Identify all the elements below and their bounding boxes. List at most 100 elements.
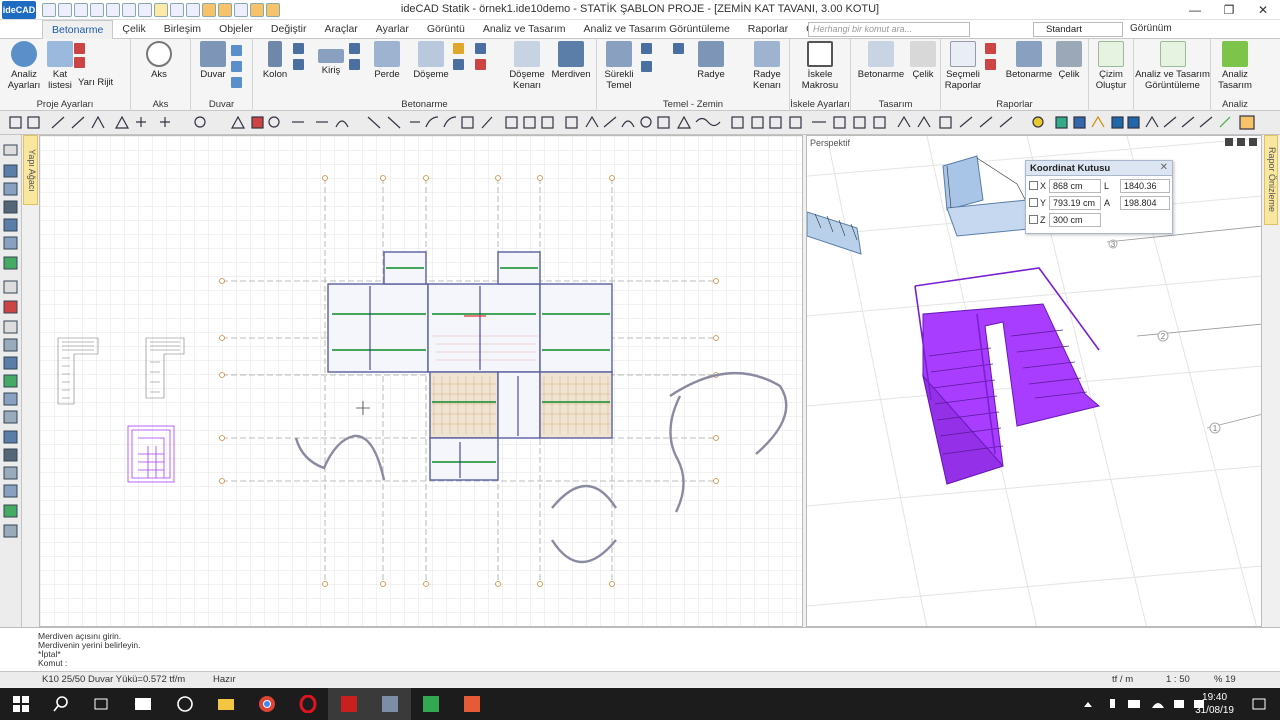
tab-araclar[interactable]: Araçlar <box>316 20 367 39</box>
design-steel-icon <box>910 41 936 67</box>
system-tray[interactable] <box>1082 697 1212 711</box>
secmeli-raporlar-button[interactable]: Seçmeli Raporlar <box>941 41 985 91</box>
close-icon[interactable]: ✕ <box>1160 162 1168 173</box>
beam-tool-icon[interactable] <box>349 59 360 70</box>
stair-icon <box>558 41 584 67</box>
doseme-kenari-button[interactable]: Döşeme Kenarı <box>505 41 549 91</box>
left-toolbar-icons[interactable] <box>0 135 22 630</box>
taskbar-camtasia[interactable] <box>410 688 452 720</box>
report-tool-icon[interactable] <box>985 43 996 54</box>
duvar-button[interactable]: Duvar <box>191 41 235 80</box>
taskbar-photos[interactable] <box>122 688 164 720</box>
taskbar-camtasia-recorder[interactable] <box>451 688 493 720</box>
tasarim-celik-button[interactable]: Çelik <box>901 41 945 80</box>
column-tool-icon[interactable] <box>293 59 304 70</box>
taskbar-explorer[interactable] <box>205 688 247 720</box>
task-view-button[interactable] <box>80 688 122 720</box>
gorunum-menu[interactable]: Görünüm <box>1130 23 1172 34</box>
length-field[interactable]: 1840.36 cm <box>1120 179 1170 203</box>
bars-icon[interactable] <box>74 57 85 68</box>
x-lock-checkbox[interactable] <box>1029 181 1038 190</box>
yapi-agaci-tab[interactable]: Yapı Ağacı <box>23 135 38 205</box>
plan-view[interactable] <box>39 135 803 627</box>
wall-tool-icon[interactable] <box>231 61 242 72</box>
z-lock-checkbox[interactable] <box>1029 215 1038 224</box>
notifications-button[interactable] <box>1238 688 1280 720</box>
style-select[interactable]: Standart <box>1033 22 1123 37</box>
a-label: A <box>1104 198 1111 208</box>
floor-list-icon <box>47 41 73 67</box>
maximize-button[interactable]: ❐ <box>1212 0 1246 20</box>
bars-icon[interactable] <box>74 43 85 54</box>
taskbar-acrobat[interactable] <box>328 688 370 720</box>
command-window[interactable]: Merdiven açısını girin. Merdivenin yerin… <box>0 627 1280 671</box>
status-zoom[interactable]: % 19 <box>1214 672 1236 687</box>
taskbar-opera[interactable] <box>287 688 329 720</box>
taskbar-idecad[interactable] <box>369 688 411 720</box>
analiz-tasarim-goruntuleme-button[interactable]: Analiz ve Tasarım Görüntüleme <box>1134 41 1211 91</box>
search-button[interactable] <box>40 688 82 720</box>
doseme-button[interactable]: Döşeme <box>409 41 453 80</box>
y-coordinate-field[interactable]: 793.19 cm <box>1049 196 1101 210</box>
beam-tool-icon[interactable] <box>349 43 360 54</box>
y-lock-checkbox[interactable] <box>1029 198 1038 207</box>
status-unit[interactable]: tf / m <box>1112 672 1133 687</box>
kolon-button[interactable]: Kolon <box>253 41 297 80</box>
wall-tool-icon[interactable] <box>231 45 242 56</box>
slab-tool-icon[interactable] <box>453 43 464 54</box>
drawing-toolbar-icons[interactable] <box>0 111 1280 135</box>
slab-tool-icon[interactable] <box>475 59 486 70</box>
tab-degistir[interactable]: Değiştir <box>262 20 316 39</box>
x-coordinate-field[interactable]: 868 cm <box>1049 179 1101 193</box>
perspective-label: Perspektif <box>810 138 851 148</box>
command-search-input[interactable]: Herhangi bir komut ara... <box>808 22 970 37</box>
windows-icon <box>13 696 29 712</box>
foundation-tool-icon[interactable] <box>641 43 652 54</box>
taskbar-chrome[interactable] <box>246 688 288 720</box>
yari-rijit-button[interactable]: Yarı Rijit <box>78 77 132 88</box>
tab-betonarme[interactable]: Betonarme <box>42 20 114 39</box>
command-line: *İptal* <box>38 649 61 659</box>
iskele-makrosu-button[interactable]: İskele Makrosu <box>798 41 842 91</box>
tab-ayarlar[interactable]: Ayarlar <box>367 20 418 39</box>
column-tool-icon[interactable] <box>293 43 304 54</box>
aks-button[interactable]: Aks <box>137 41 181 80</box>
tab-birlesim[interactable]: Birleşim <box>155 20 210 39</box>
report-tool-icon[interactable] <box>985 59 996 70</box>
angle-field[interactable]: 198.804 <box>1120 196 1170 210</box>
close-button[interactable]: ✕ <box>1246 0 1280 20</box>
radye-kenari-button[interactable]: Radye Kenarı <box>745 41 789 91</box>
foundation-tool-icon[interactable] <box>673 43 684 54</box>
slab-tool-icon[interactable] <box>453 59 464 70</box>
tab-raporlar[interactable]: Raporlar <box>739 20 797 39</box>
plan-drawing[interactable] <box>40 136 803 627</box>
foundation-tool-icon[interactable] <box>641 61 652 72</box>
surekli-temel-button[interactable]: Sürekli Temel <box>597 41 641 91</box>
tab-celik[interactable]: Çelik <box>113 20 154 39</box>
minimize-button[interactable]: — <box>1178 0 1212 20</box>
taskbar-xbox[interactable] <box>164 688 206 720</box>
ribbon: Analiz Ayarları Kat listesi Yarı Rijit P… <box>0 39 1280 111</box>
tab-analiz-tasarim[interactable]: Analiz ve Tasarım <box>474 20 575 39</box>
perde-button[interactable]: Perde <box>365 41 409 80</box>
cizim-olustur-button[interactable]: Çizim Oluştur <box>1089 41 1133 91</box>
tab-goruntu[interactable]: Görüntü <box>418 20 474 39</box>
slab-tool-icon[interactable] <box>475 43 486 54</box>
rapor-onizleme-tab[interactable]: Rapor Önizleme <box>1264 135 1278 225</box>
z-coordinate-field[interactable]: 300 cm <box>1049 213 1101 227</box>
rapor-celik-button[interactable]: Çelik <box>1047 41 1091 80</box>
wall-tool-icon[interactable] <box>231 77 242 88</box>
tab-analiz-tasarim-goruntuleme[interactable]: Analiz ve Tasarım Görüntüleme <box>575 20 739 39</box>
idecad-icon <box>382 696 398 712</box>
left-toolbar <box>0 135 22 630</box>
analiz-tasarim-button[interactable]: Analiz Tasarım <box>1213 41 1257 91</box>
radye-button[interactable]: Radye <box>689 41 733 80</box>
tab-objeler[interactable]: Objeler <box>210 20 262 39</box>
notification-icon <box>1252 698 1266 710</box>
start-button[interactable] <box>0 688 42 720</box>
status-scale[interactable]: 1 : 50 <box>1166 672 1190 687</box>
search-icon <box>53 696 68 712</box>
taskbar-clock[interactable]: 19:40 31/08/19 <box>1195 691 1234 717</box>
merdiven-button[interactable]: Merdiven <box>549 41 593 80</box>
kiris-button[interactable]: Kiriş <box>309 41 353 76</box>
